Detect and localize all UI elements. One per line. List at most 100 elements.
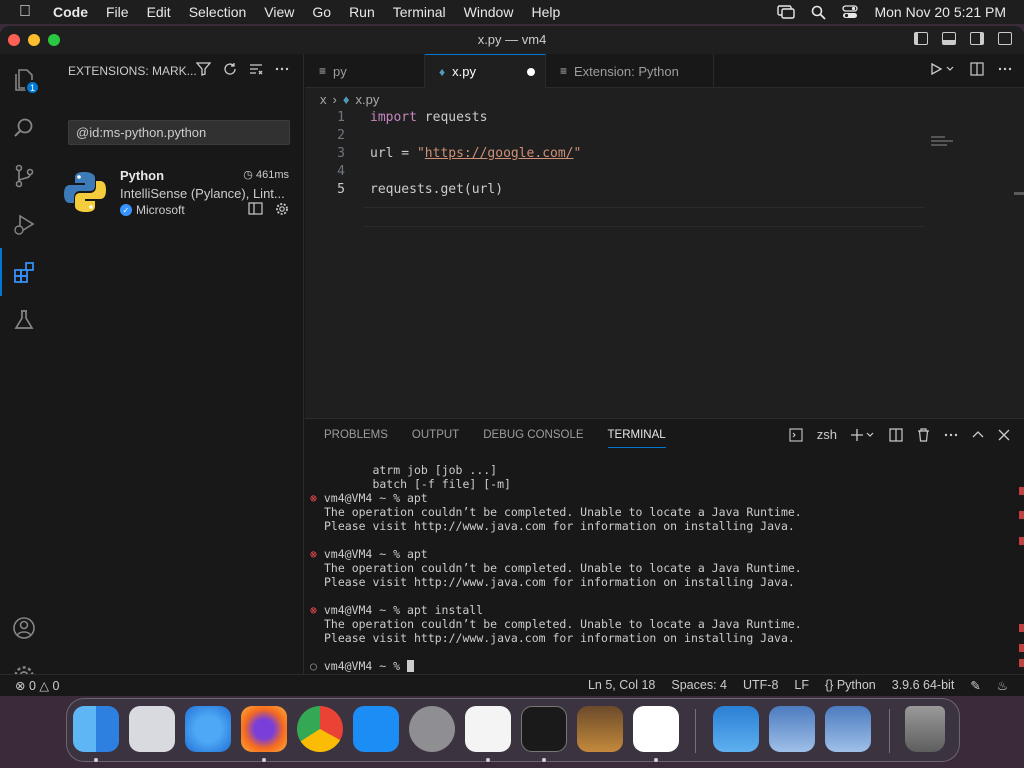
menu-help[interactable]: Help <box>522 4 569 20</box>
search-activity[interactable] <box>0 104 48 152</box>
menubar-clock[interactable]: Mon Nov 20 5:21 PM <box>874 4 1006 20</box>
menu-go[interactable]: Go <box>303 4 340 20</box>
customize-layout-icon[interactable] <box>998 32 1012 45</box>
run-python-file-icon[interactable] <box>930 62 956 76</box>
accounts-activity[interactable] <box>0 604 48 652</box>
cursor-position[interactable]: Ln 5, Col 18 <box>588 678 655 693</box>
app-store-icon[interactable] <box>353 706 399 752</box>
error-circle-icon[interactable]: ⊗ <box>310 491 324 505</box>
tab-extension-python[interactable]: ≡ Extension: Python <box>546 54 714 88</box>
chrome-icon[interactable] <box>297 706 343 752</box>
apple-icon[interactable]:  <box>0 3 50 21</box>
trash-icon[interactable] <box>917 427 930 442</box>
source-control-icon <box>15 164 34 188</box>
new-terminal-icon[interactable] <box>851 428 875 442</box>
trash-icon[interactable] <box>905 706 945 752</box>
split-terminal-icon[interactable] <box>889 427 903 442</box>
menu-selection[interactable]: Selection <box>180 4 256 20</box>
tab-py[interactable]: ≡ py <box>305 54 425 88</box>
string-quote: " <box>573 146 582 161</box>
weather-icon[interactable] <box>713 706 759 752</box>
menu-file[interactable]: File <box>97 4 138 20</box>
extensions-search-input[interactable]: @id:ms-python.python <box>68 120 290 145</box>
title-bar: x.py — vm4 <box>0 26 1024 54</box>
screen-mirroring-icon[interactable] <box>777 5 796 19</box>
refresh-icon[interactable] <box>223 62 237 76</box>
menu-view[interactable]: View <box>255 4 303 20</box>
error-circle-icon[interactable]: ⊗ <box>310 603 324 617</box>
virtualbox-icon[interactable] <box>769 706 815 752</box>
close-panel-icon[interactable] <box>998 428 1010 442</box>
extensions-activity[interactable] <box>0 248 48 296</box>
menu-run[interactable]: Run <box>340 4 384 20</box>
menu-app-code[interactable]: Code <box>50 4 97 20</box>
finder-icon[interactable] <box>73 706 119 752</box>
testing-activity[interactable] <box>0 296 48 344</box>
toggle-panel-icon[interactable] <box>942 32 956 45</box>
garageband-icon[interactable] <box>577 706 623 752</box>
more-actions-icon[interactable] <box>998 62 1012 76</box>
extension-list-item[interactable]: Python ◷ 461ms IntelliSense (Pylance), L… <box>48 162 303 222</box>
terminal-icon[interactable] <box>521 706 567 752</box>
breadcrumb-file[interactable]: x.py <box>355 92 379 107</box>
run-debug-activity[interactable] <box>0 200 48 248</box>
menu-edit[interactable]: Edit <box>138 4 180 20</box>
feedback-icon[interactable]: ✎ <box>970 678 980 693</box>
spotlight-search-icon[interactable] <box>811 5 827 20</box>
clear-results-icon[interactable] <box>249 62 263 76</box>
tab-debug-console[interactable]: DEBUG CONSOLE <box>483 429 583 448</box>
manage-extension-gear-icon[interactable] <box>275 202 289 216</box>
control-center-icon[interactable] <box>842 5 859 19</box>
menu-terminal[interactable]: Terminal <box>384 4 455 20</box>
launchpad-icon[interactable] <box>129 706 175 752</box>
encoding[interactable]: UTF-8 <box>743 678 778 693</box>
safari-icon[interactable] <box>185 706 231 752</box>
maximize-panel-icon[interactable] <box>972 428 984 442</box>
notifications-bell-icon[interactable]: ♨ <box>997 678 1008 693</box>
terminal-line: Please visit http://www.java.com for inf… <box>324 575 795 589</box>
end-of-line[interactable]: LF <box>794 678 809 693</box>
tab-problems[interactable]: PROBLEMS <box>324 429 388 448</box>
code-editor[interactable]: x › ♦ x.py 1 import requests 2 3 url = "… <box>305 88 1024 418</box>
vscode-icon[interactable] <box>633 706 679 752</box>
filter-icon[interactable] <box>196 62 211 76</box>
breadcrumb-folder[interactable]: x <box>320 92 327 107</box>
code-line[interactable]: 1 import requests <box>305 110 925 128</box>
python-icon: ♦ <box>342 92 350 107</box>
language-mode[interactable]: {} Python <box>825 678 876 693</box>
terminal-shell-name[interactable]: zsh <box>817 427 837 442</box>
toggle-primary-sidebar-icon[interactable] <box>914 32 928 45</box>
terminal-scrollbar[interactable] <box>1018 459 1024 669</box>
more-actions-icon[interactable] <box>275 62 289 76</box>
tab-terminal[interactable]: TERMINAL <box>607 429 666 448</box>
textedit-icon[interactable] <box>465 706 511 752</box>
code-line[interactable]: 2 <box>305 128 925 146</box>
editor-scrollbar[interactable] <box>1014 192 1024 195</box>
split-editor-icon[interactable] <box>970 62 984 76</box>
extension-description: IntelliSense (Pylance), Lint... <box>120 186 285 201</box>
tab-x-py[interactable]: ♦ x.py <box>425 54 546 88</box>
terminal-output[interactable]: atrm job [job ...] batch [-f file] [-m] … <box>305 459 1015 673</box>
error-circle-icon[interactable]: ⊗ <box>310 547 324 561</box>
firefox-icon[interactable] <box>241 706 287 752</box>
explorer-activity[interactable]: 1 <box>0 56 48 104</box>
sync-ignored-icon[interactable] <box>248 202 263 215</box>
indentation[interactable]: Spaces: 4 <box>671 678 727 693</box>
unsaved-dot-icon[interactable] <box>527 68 535 76</box>
more-actions-icon[interactable] <box>944 428 958 442</box>
menu-window[interactable]: Window <box>455 4 523 20</box>
problems-status[interactable]: ⊗ 0 △ 0 <box>15 678 59 693</box>
code-line[interactable]: 4 <box>305 164 925 182</box>
minimap[interactable] <box>931 136 961 148</box>
code-line[interactable]: 5 requests.get(url) <box>305 182 925 200</box>
virtualbox-vm-icon[interactable] <box>825 706 871 752</box>
string-url-link[interactable]: https://google.com/ <box>425 146 574 161</box>
code-text: requests.get(url) <box>370 182 504 197</box>
system-settings-icon[interactable] <box>409 706 455 752</box>
publisher-name[interactable]: Microsoft <box>136 203 185 217</box>
toggle-secondary-sidebar-icon[interactable] <box>970 32 984 45</box>
code-line[interactable]: 3 url = "https://google.com/" <box>305 146 925 164</box>
python-interpreter[interactable]: 3.9.6 64-bit <box>892 678 955 693</box>
tab-output[interactable]: OUTPUT <box>412 429 459 448</box>
source-control-activity[interactable] <box>0 152 48 200</box>
